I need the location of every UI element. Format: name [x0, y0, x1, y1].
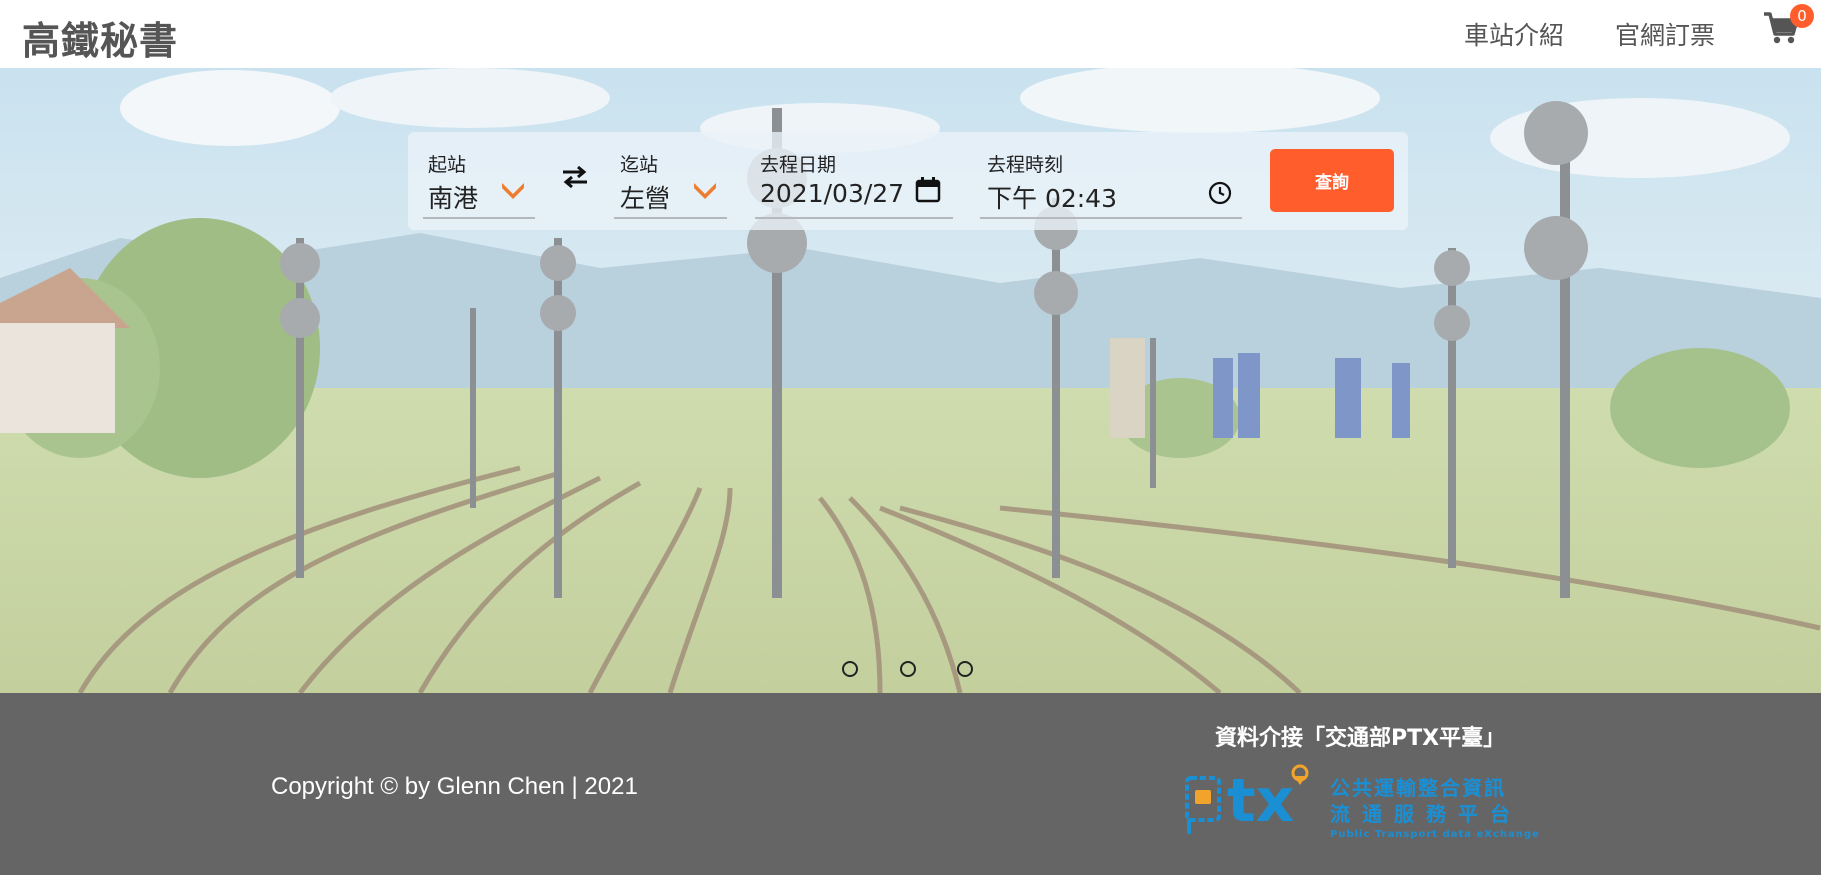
ticket-search-panel [408, 132, 1408, 230]
destination-value: 左營 [620, 184, 671, 213]
copyright-text: Copyright © by Glenn Chen | 2021 [271, 773, 638, 800]
ptx-logo[interactable]: tx 公共運輸整合資訊 流通服務平台 Public Transport data… [1185, 763, 1540, 843]
origin-label: 起站 [428, 154, 467, 176]
top-navbar: 高鐵秘書 車站介紹 官網訂票 0 [0, 0, 1821, 68]
destination-underline [614, 217, 727, 219]
brand-logo-text[interactable]: 高鐵秘書 [22, 10, 178, 65]
chevron-down-icon[interactable] [500, 180, 526, 202]
date-value: 2021/03/27 [760, 179, 905, 208]
calendar-icon[interactable] [915, 177, 941, 203]
swap-icon[interactable] [560, 164, 590, 190]
carousel-indicator-1[interactable] [842, 661, 858, 677]
departure-time-input[interactable]: 去程時刻 下午 02:43 [987, 150, 1117, 215]
origin-value: 南港 [428, 184, 479, 213]
carousel-indicator-2[interactable] [900, 661, 916, 677]
time-label: 去程時刻 [987, 154, 1064, 176]
carousel-indicator-3[interactable] [957, 661, 973, 677]
nav-station-intro[interactable]: 車站介紹 [1464, 16, 1564, 52]
cart-button[interactable]: 0 [1762, 4, 1814, 50]
origin-station-select[interactable]: 起站 南港 [428, 150, 478, 215]
departure-date-input[interactable]: 去程日期 2021/03/27 [760, 150, 904, 208]
clock-icon[interactable] [1208, 181, 1232, 205]
cart-count-badge: 0 [1790, 4, 1814, 28]
time-value: 下午 02:43 [987, 184, 1117, 213]
ptx-logo-en: Public Transport data eXchange [1330, 829, 1540, 840]
time-underline [980, 217, 1242, 219]
chevron-down-icon[interactable] [692, 180, 718, 202]
destination-label: 迄站 [620, 154, 659, 176]
site-footer: Copyright © by Glenn Chen | 2021 資料介接「交通… [0, 693, 1821, 875]
date-underline [755, 217, 953, 219]
ptx-logo-line1: 公共運輸整合資訊 [1330, 776, 1506, 800]
origin-underline [423, 217, 535, 219]
ptx-logo-line2: 流通服務平台 [1330, 802, 1522, 826]
ptx-logo-letters: tx [1227, 766, 1294, 836]
ptx-caption: 資料介接「交通部PTX平臺」 [1215, 726, 1506, 751]
destination-station-select[interactable]: 迄站 左營 [620, 150, 670, 215]
nav-official-booking[interactable]: 官網訂票 [1615, 16, 1715, 52]
date-label: 去程日期 [760, 154, 837, 176]
query-button[interactable]: 查詢 [1270, 149, 1394, 212]
